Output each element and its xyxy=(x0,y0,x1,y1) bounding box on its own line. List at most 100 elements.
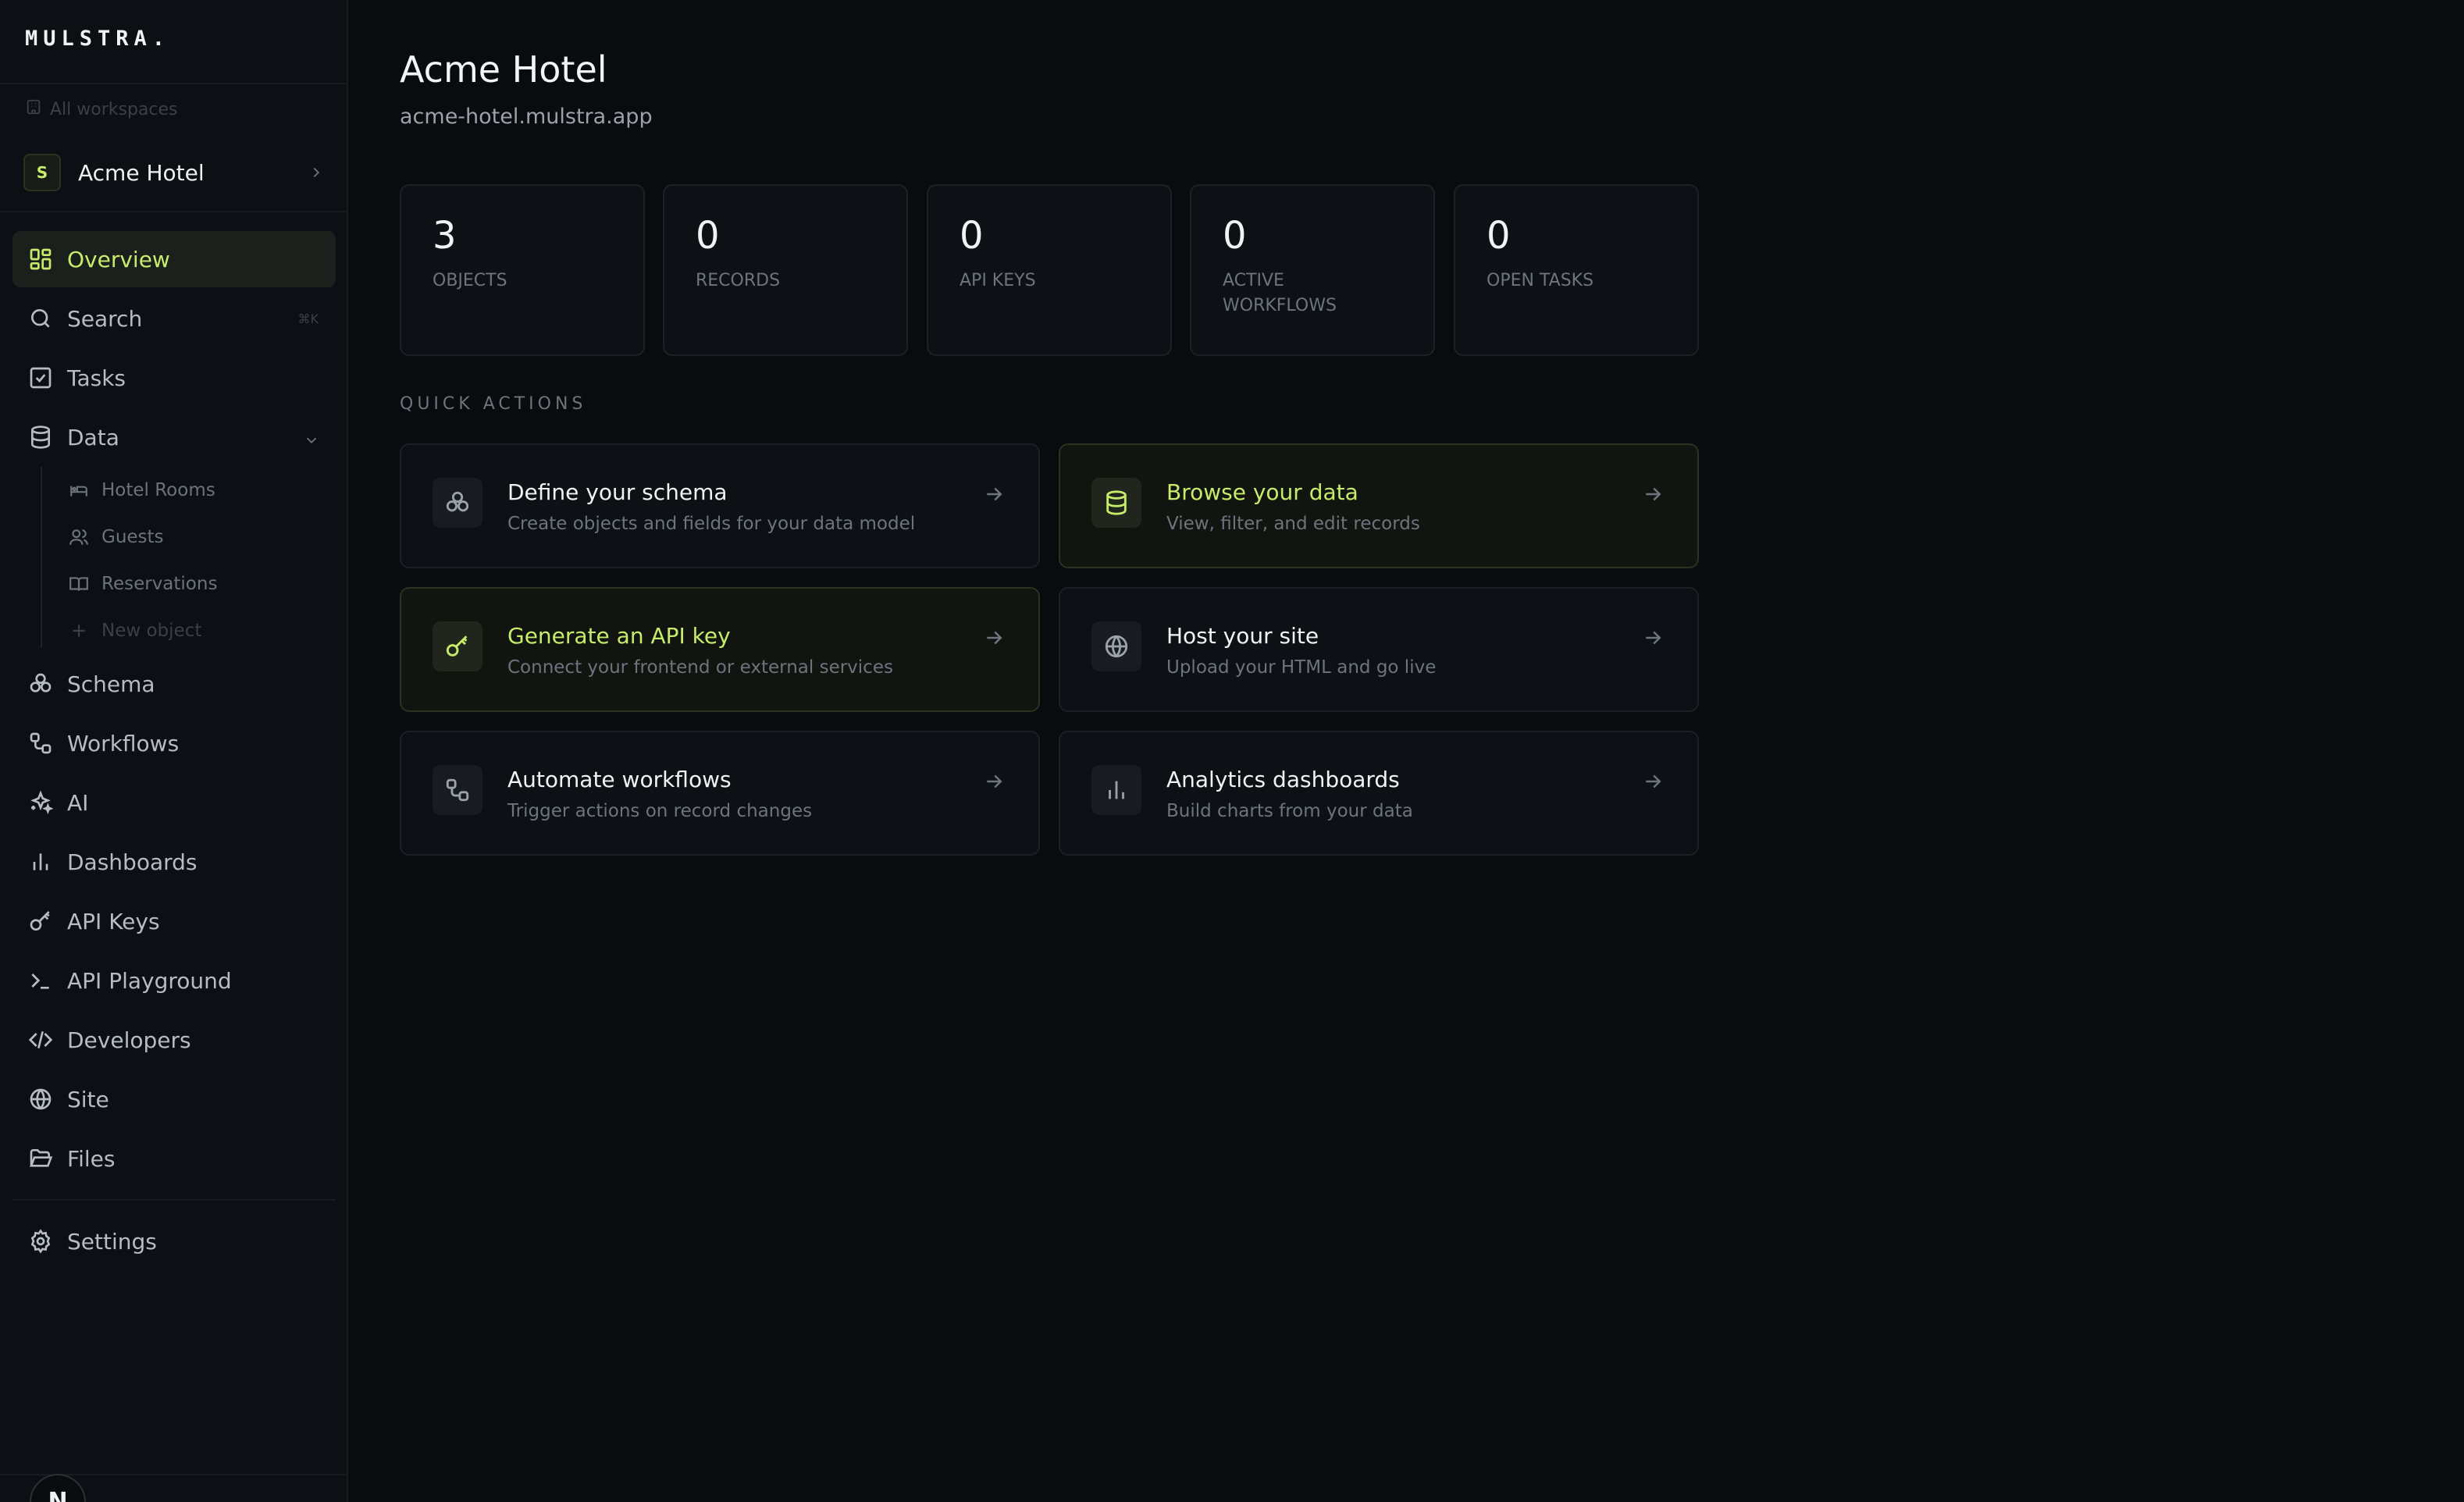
terminal-icon xyxy=(28,968,53,993)
quick-action-host-site[interactable]: Host your site Upload your HTML and go l… xyxy=(1059,587,1699,712)
workspace-name: Acme Hotel xyxy=(78,159,205,186)
app-root: MULSTRA. All workspaces S Acme Hotel Ove… xyxy=(0,0,2464,1502)
quick-action-title: Host your site xyxy=(1166,623,1319,649)
nav-label: Overview xyxy=(67,246,170,272)
quick-action-define-schema[interactable]: Define your schema Create objects and fi… xyxy=(400,443,1040,568)
database-icon xyxy=(1091,478,1141,528)
nav-developers[interactable]: Developers xyxy=(12,1012,336,1068)
plus-icon xyxy=(69,621,89,641)
nav-label: API Playground xyxy=(67,967,232,994)
workflow-icon xyxy=(28,731,53,756)
stat-value: 3 xyxy=(433,214,457,258)
nav-label: Settings xyxy=(67,1228,157,1255)
stat-card-objects: 3 OBJECTS xyxy=(400,184,645,356)
nav-files[interactable]: Files xyxy=(12,1130,336,1187)
stat-card-active-workflows: 0 ACTIVE WORKFLOWS xyxy=(1190,184,1435,356)
stat-label: API KEYS xyxy=(960,271,1036,290)
data-item-reservations[interactable]: Reservations xyxy=(69,567,217,601)
data-item-hotel-rooms[interactable]: Hotel Rooms xyxy=(69,473,215,507)
globe-icon xyxy=(1091,621,1141,671)
search-icon xyxy=(28,306,53,331)
checkbox-icon xyxy=(28,365,53,390)
globe-icon xyxy=(28,1087,53,1112)
workflow-icon xyxy=(433,765,482,815)
quick-action-desc: Connect your frontend or external servic… xyxy=(507,657,893,678)
new-object-button[interactable]: New object xyxy=(69,614,201,648)
nav-label: Files xyxy=(67,1145,116,1172)
nav-workflows[interactable]: Workflows xyxy=(12,715,336,771)
workspace-avatar: S xyxy=(23,154,61,191)
nav-overview[interactable]: Overview xyxy=(12,231,336,287)
arrow-right-icon xyxy=(982,770,1006,793)
page-title: Acme Hotel xyxy=(400,48,607,91)
sidebar-divider xyxy=(12,1199,336,1201)
stat-value: 0 xyxy=(960,214,984,258)
all-workspaces-link[interactable]: All workspaces xyxy=(25,97,178,122)
stat-card-api-keys: 0 API KEYS xyxy=(927,184,1172,356)
stat-label: RECORDS xyxy=(696,271,781,290)
sidebar-divider xyxy=(0,211,348,212)
bar-chart-icon xyxy=(1091,765,1141,815)
sidebar-divider xyxy=(0,83,348,84)
folder-open-icon xyxy=(28,1146,53,1171)
stat-card-records: 0 RECORDS xyxy=(663,184,908,356)
nav-dashboards[interactable]: Dashboards xyxy=(12,834,336,890)
workspace-switcher[interactable]: S Acme Hotel xyxy=(23,153,325,192)
users-icon xyxy=(69,527,89,547)
nav-settings[interactable]: Settings xyxy=(12,1213,336,1269)
nav-label: Data xyxy=(67,424,119,450)
stat-label: OBJECTS xyxy=(433,271,507,290)
stat-label: ACTIVE WORKFLOWS xyxy=(1223,271,1337,315)
nav-schema[interactable]: Schema xyxy=(12,656,336,712)
user-avatar[interactable]: N xyxy=(30,1474,86,1502)
quick-action-desc: Build charts from your data xyxy=(1166,801,1413,821)
code-icon xyxy=(28,1027,53,1052)
nav-label: API Keys xyxy=(67,908,160,934)
nav-label: Developers xyxy=(67,1027,191,1053)
nav-ai[interactable]: AI xyxy=(12,774,336,831)
quick-action-generate-api-key[interactable]: Generate an API key Connect your fronten… xyxy=(400,587,1040,712)
new-object-label: New object xyxy=(101,621,202,641)
data-subtree-line xyxy=(41,467,42,648)
quick-action-desc: Upload your HTML and go live xyxy=(1166,657,1437,678)
quick-action-title: Automate workflows xyxy=(507,767,732,792)
bed-icon xyxy=(69,480,89,500)
quick-action-desc: View, filter, and edit records xyxy=(1166,514,1420,534)
nav-label: Workflows xyxy=(67,730,180,756)
nav-api-keys[interactable]: API Keys xyxy=(12,893,336,949)
arrow-right-icon xyxy=(1641,482,1665,506)
nav-label: Search xyxy=(67,305,143,332)
nav-site[interactable]: Site xyxy=(12,1071,336,1127)
nav-label: Schema xyxy=(67,671,155,697)
nav-label: AI xyxy=(67,789,89,816)
sub-item-label: Hotel Rooms xyxy=(101,480,215,500)
nav-label: Site xyxy=(67,1086,109,1112)
book-open-icon xyxy=(69,574,89,594)
data-item-guests[interactable]: Guests xyxy=(69,520,164,554)
stat-value: 0 xyxy=(1487,214,1511,258)
key-icon xyxy=(433,621,482,671)
quick-action-analytics-dashboards[interactable]: Analytics dashboards Build charts from y… xyxy=(1059,731,1699,856)
quick-action-automate-workflows[interactable]: Automate workflows Trigger actions on re… xyxy=(400,731,1040,856)
grid-icon xyxy=(28,247,53,272)
workspace-url: acme-hotel.mulstra.app xyxy=(400,105,653,129)
search-shortcut: ⌘K xyxy=(297,311,319,326)
nav-api-playground[interactable]: API Playground xyxy=(12,952,336,1009)
key-icon xyxy=(28,909,53,934)
arrow-right-icon xyxy=(982,626,1006,650)
nav-tasks[interactable]: Tasks xyxy=(12,350,336,406)
quick-action-title: Analytics dashboards xyxy=(1166,767,1400,792)
schema-icon xyxy=(433,478,482,528)
quick-action-desc: Create objects and fields for your data … xyxy=(507,514,916,534)
stat-card-open-tasks: 0 OPEN TASKS xyxy=(1454,184,1699,356)
sparkles-icon xyxy=(28,790,53,815)
nav-data[interactable]: Data xyxy=(12,409,336,465)
chevron-right-icon xyxy=(308,164,325,181)
nav-search[interactable]: Search ⌘K xyxy=(12,290,336,347)
database-icon xyxy=(28,425,53,450)
quick-action-title: Browse your data xyxy=(1166,479,1358,505)
quick-actions-heading: QUICK ACTIONS xyxy=(400,394,587,414)
brand-logo[interactable]: MULSTRA. xyxy=(25,27,170,51)
quick-action-browse-data[interactable]: Browse your data View, filter, and edit … xyxy=(1059,443,1699,568)
chevron-down-icon[interactable] xyxy=(303,429,320,446)
